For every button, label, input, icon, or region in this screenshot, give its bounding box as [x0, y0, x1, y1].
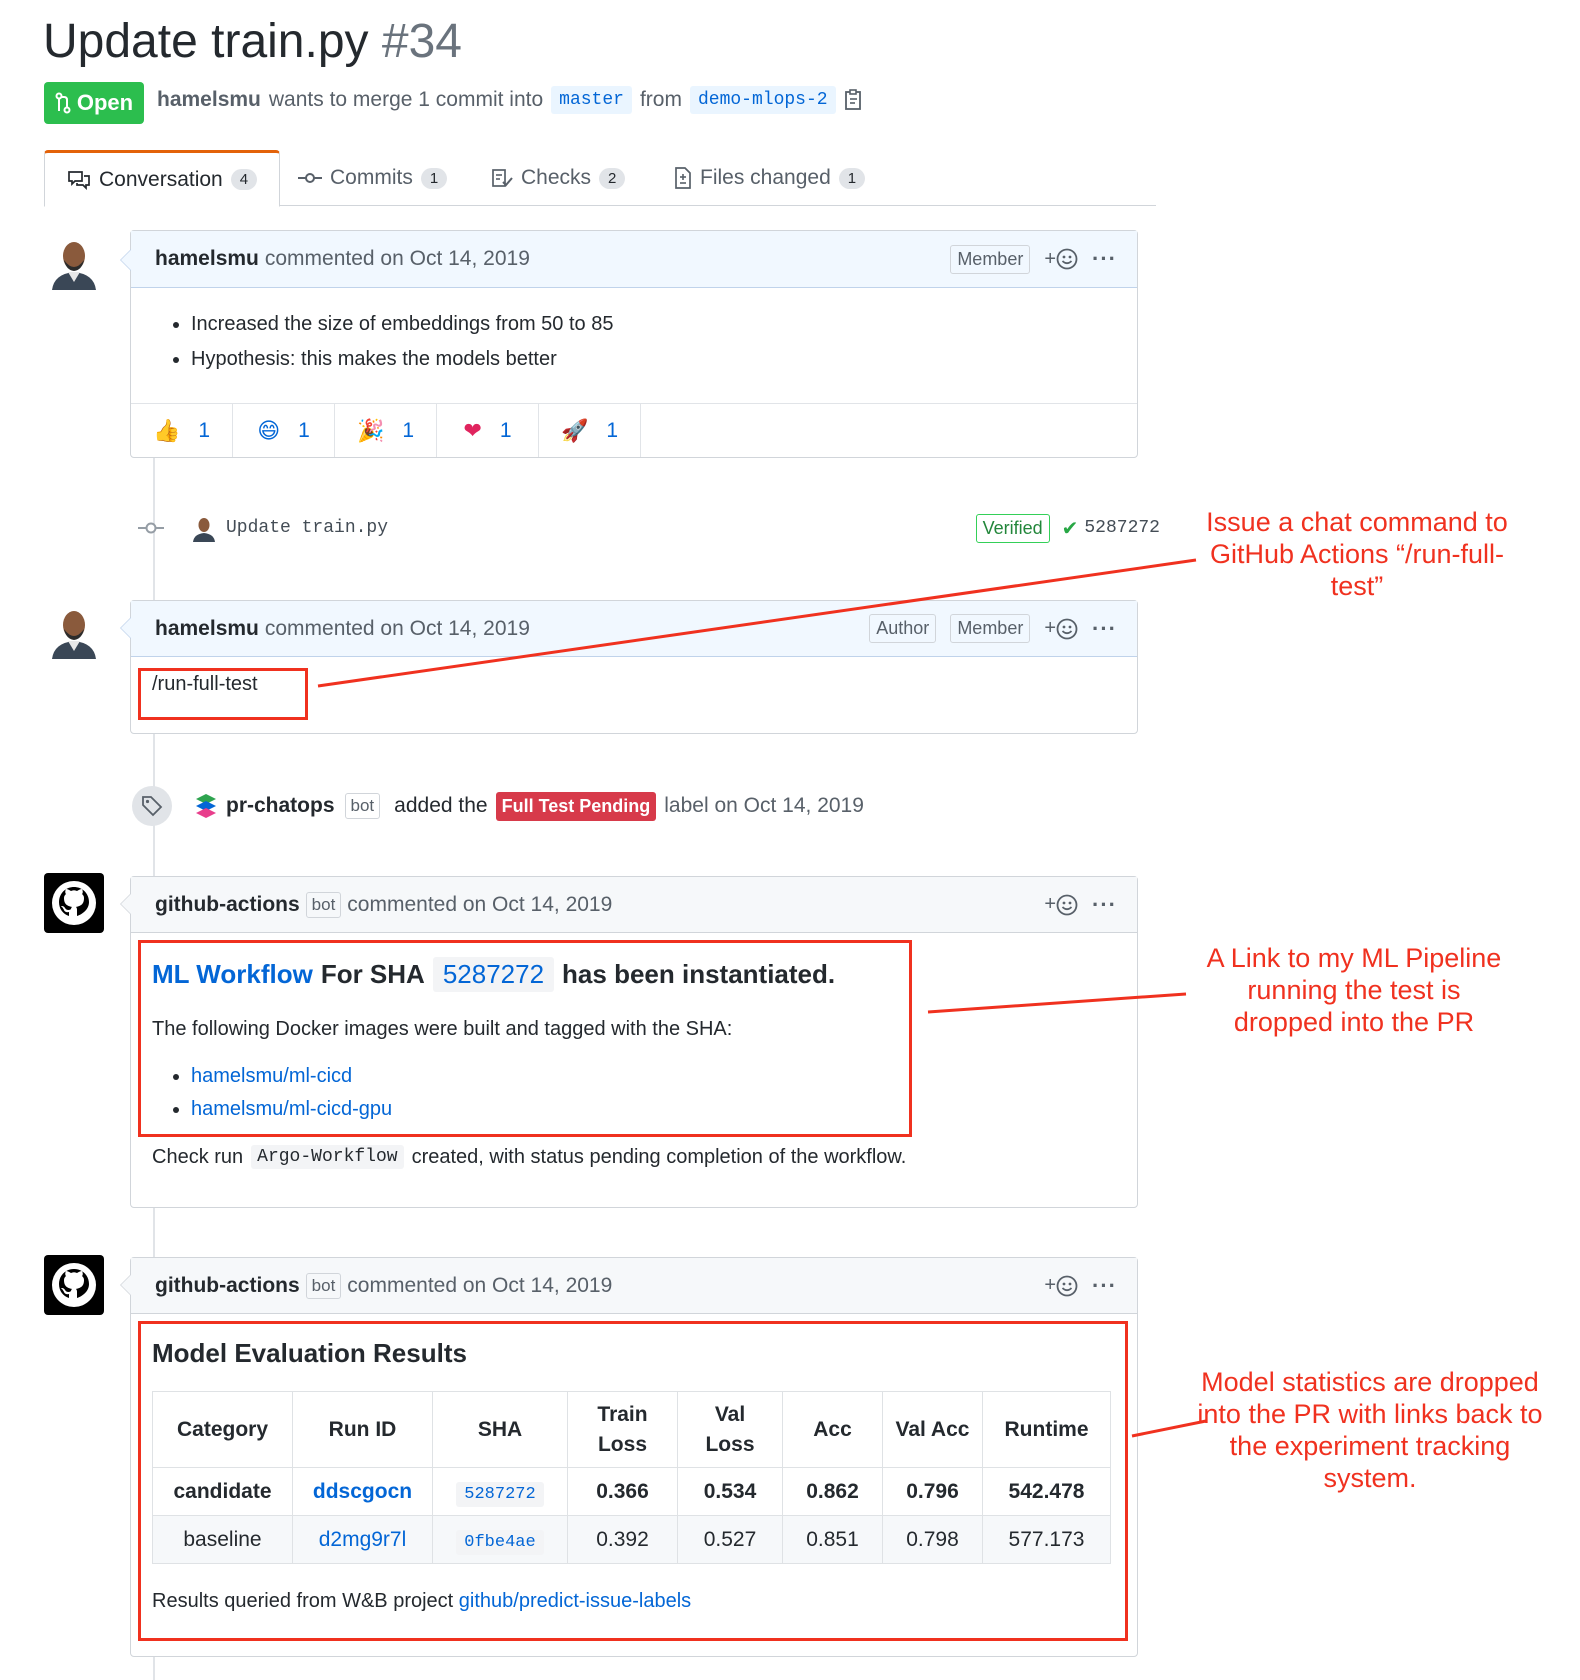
annotation-chat-command: Issue a chat command to GitHub Actions “… [1206, 507, 1508, 601]
annotation-model-stats: Model statistics are dropped into the PR… [1197, 1367, 1543, 1493]
annotation-line [927, 992, 1187, 1014]
annotation-ml-pipeline: A Link to my ML Pipeline running the tes… [1206, 943, 1502, 1037]
annotation-line [317, 558, 1197, 688]
